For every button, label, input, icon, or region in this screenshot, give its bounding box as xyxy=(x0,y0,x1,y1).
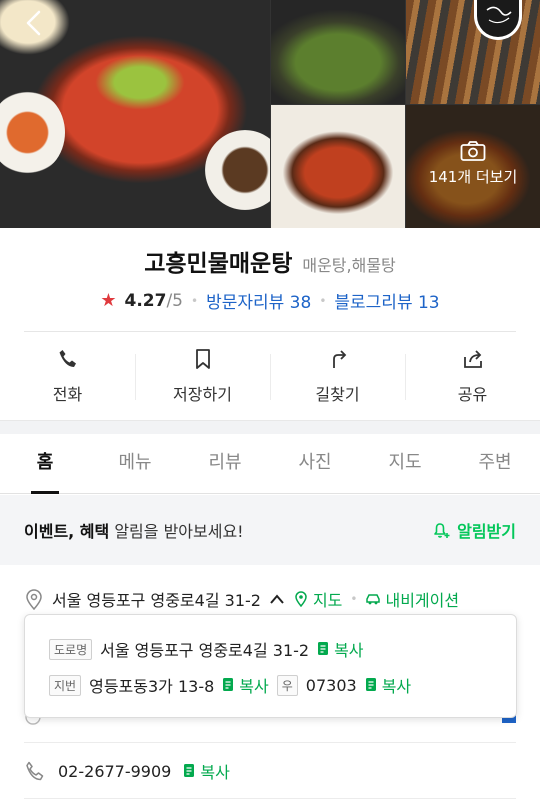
copy-phone-button[interactable]: 복사 xyxy=(183,759,230,783)
place-header: 고흥민물매운탕 매운탕,해물탕 ★ 4.27/5 • 방문자리뷰 38 • 블로… xyxy=(0,244,540,313)
visitor-reviews-link[interactable]: 방문자리뷰 38 xyxy=(206,288,311,313)
separator-dot: • xyxy=(190,293,199,308)
navigation-label: 내비게이션 xyxy=(385,591,460,610)
rating-row: ★ 4.27/5 • 방문자리뷰 38 • 블로그리뷰 13 xyxy=(0,288,540,313)
camera-icon xyxy=(460,141,486,161)
road-address-line: 도로명 서울 영등포구 영중로4길 31-2 복사 xyxy=(49,637,364,661)
separator-dot: • xyxy=(350,592,358,606)
title-row: 고흥민물매운탕 매운탕,해물탕 xyxy=(0,244,540,278)
map-link[interactable]: 지도 xyxy=(293,587,342,611)
photo-thumb[interactable] xyxy=(271,0,405,104)
photo-grid[interactable]: 141개 더보기 xyxy=(0,0,540,228)
side-dish xyxy=(0,90,65,175)
map-pin-icon xyxy=(295,591,307,607)
logo-icon xyxy=(486,6,512,24)
event-bold: 이벤트, 혜택 xyxy=(24,522,110,541)
address-detail-popup: 도로명 서울 영등포구 영중로4길 31-2 복사 지번 영등포동3가 13-8… xyxy=(24,614,517,718)
more-photos-button[interactable]: 141개 더보기 xyxy=(406,140,540,187)
tab-menu[interactable]: 메뉴 xyxy=(90,434,180,493)
save-label: 저장하기 xyxy=(173,385,232,404)
directions-icon xyxy=(332,350,346,368)
more-photos-label: 141개 더보기 xyxy=(428,168,518,186)
tab-nearby[interactable]: 주변 xyxy=(450,434,540,493)
divider xyxy=(24,331,516,332)
place-detail-page: 141개 더보기 고흥민물매운탕 매운탕,해물탕 ★ 4.27/5 • 방문자리… xyxy=(0,0,540,804)
copy-lot-address-button[interactable]: 복사 xyxy=(222,673,269,697)
rating-score: 4.27 xyxy=(124,290,167,311)
zip-tag: 우 xyxy=(276,674,298,696)
copy-label: 복사 xyxy=(239,677,269,696)
copy-label: 복사 xyxy=(381,677,412,696)
share-button[interactable]: 공유 xyxy=(405,334,540,418)
star-icon: ★ xyxy=(100,290,117,311)
tab-bar: 홈 메뉴 리뷰 사진 지도 주변 xyxy=(0,434,540,494)
copy-icon xyxy=(184,764,195,777)
event-message: 알림을 받아보세요! xyxy=(109,522,244,541)
share-label: 공유 xyxy=(457,385,488,404)
call-label: 전화 xyxy=(52,385,83,404)
divider xyxy=(24,742,516,743)
back-button[interactable] xyxy=(20,8,50,38)
action-bar: 전화 저장하기 길찾기 공유 xyxy=(0,334,540,418)
map-label: 지도 xyxy=(312,591,343,610)
address-text[interactable]: 서울 영등포구 영중로4길 31-2 xyxy=(52,587,261,611)
photo-thumb[interactable] xyxy=(271,105,405,228)
blog-reviews-link[interactable]: 블로그리뷰 13 xyxy=(334,288,439,313)
phone-icon xyxy=(26,761,44,781)
side-dish xyxy=(205,130,270,210)
bookmark-icon xyxy=(195,349,210,369)
event-text: 이벤트, 혜택 알림을 받아보세요! xyxy=(24,518,244,542)
copy-road-address-button[interactable]: 복사 xyxy=(317,637,364,661)
road-address-tag: 도로명 xyxy=(49,638,93,660)
zip-code: 07303 xyxy=(305,675,357,695)
divider xyxy=(24,798,516,799)
copy-icon xyxy=(318,642,329,655)
chevron-left-icon xyxy=(26,10,41,36)
directions-button[interactable]: 길찾기 xyxy=(270,334,405,418)
section-gap xyxy=(0,420,540,434)
copy-icon xyxy=(365,678,376,691)
save-button[interactable]: 저장하기 xyxy=(135,334,270,418)
place-category: 매운탕,해물탕 xyxy=(302,256,396,275)
copy-zip-button[interactable]: 복사 xyxy=(365,673,411,697)
rating-scale: /5 xyxy=(166,290,183,311)
call-button[interactable]: 전화 xyxy=(0,334,135,418)
phone-row: 02-2677-9909 복사 xyxy=(24,758,230,784)
stew-garnish xyxy=(95,55,185,110)
copy-label: 복사 xyxy=(334,641,364,660)
phone-icon xyxy=(59,350,76,367)
place-name: 고흥민물매운탕 xyxy=(144,251,293,277)
lot-address-tag: 지번 xyxy=(49,674,82,696)
bell-plus-icon xyxy=(434,523,450,538)
address-row: 서울 영등포구 영중로4길 31-2 지도 • 내비게이션 xyxy=(24,584,516,614)
chevron-up-icon[interactable] xyxy=(269,593,285,605)
lot-address: 영등포동3가 13-8 xyxy=(89,677,215,696)
event-banner: 이벤트, 혜택 알림을 받아보세요! 알림받기 xyxy=(0,495,540,565)
phone-number[interactable]: 02-2677-9909 xyxy=(58,762,171,781)
tab-map[interactable]: 지도 xyxy=(360,434,450,493)
copy-label: 복사 xyxy=(200,763,230,782)
share-icon xyxy=(463,350,482,368)
separator-dot: • xyxy=(319,293,327,308)
tab-home[interactable]: 홈 xyxy=(0,434,90,494)
navigation-link[interactable]: 내비게이션 xyxy=(365,587,459,611)
tab-photos[interactable]: 사진 xyxy=(270,434,360,493)
car-icon xyxy=(366,594,381,605)
tab-reviews[interactable]: 리뷰 xyxy=(180,434,270,493)
directions-label: 길찾기 xyxy=(315,385,360,404)
location-pin-icon xyxy=(26,589,42,610)
copy-icon xyxy=(223,678,234,691)
notify-button[interactable]: 알림받기 xyxy=(431,518,516,542)
notify-label: 알림받기 xyxy=(457,522,516,541)
road-address: 서울 영등포구 영중로4길 31-2 xyxy=(100,641,310,660)
lot-address-line: 지번 영등포동3가 13-8 복사 우 07303 복사 xyxy=(49,673,411,697)
